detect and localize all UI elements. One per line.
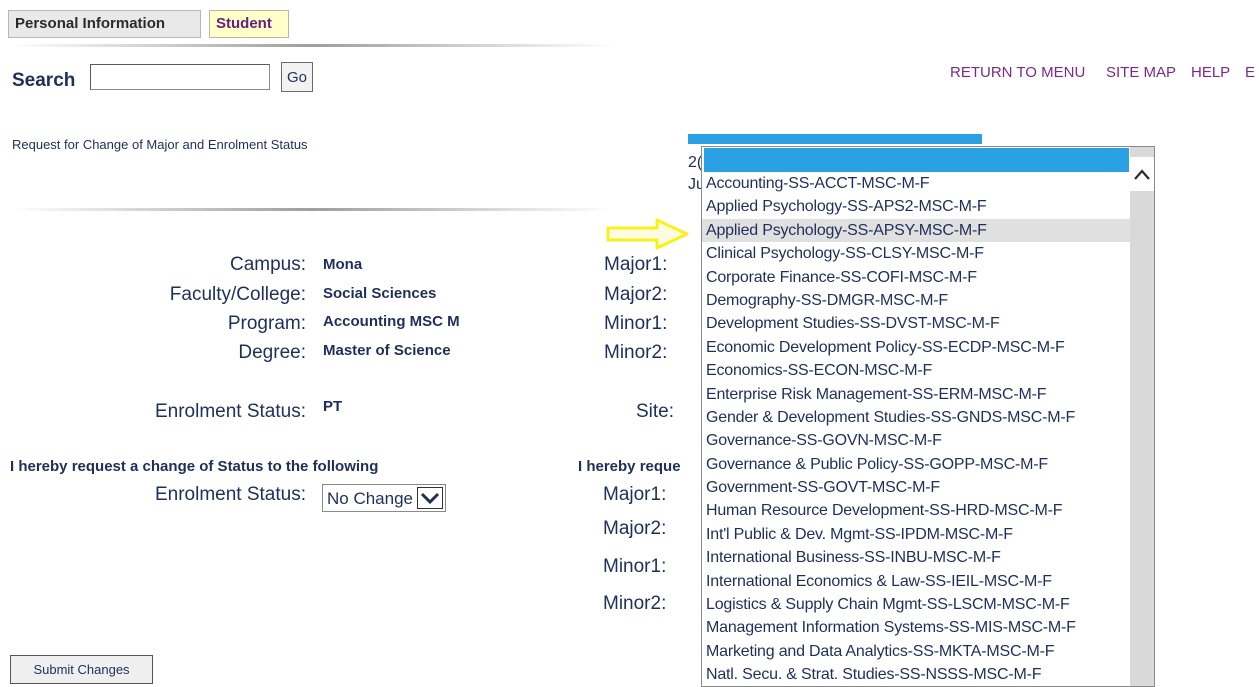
dropdown-option[interactable]: Logistics & Supply Chain Mgmt-SS-LSCM-MS…: [702, 593, 1131, 616]
dropdown-options: Accounting-SS-ACCT-MSC-M-F Applied Psycho…: [702, 147, 1131, 686]
campus-value: Mona: [323, 256, 363, 273]
search-input[interactable]: [90, 64, 270, 90]
help-link[interactable]: HELP: [1191, 64, 1230, 81]
dropdown-option[interactable]: Applied Psychology-SS-APSY-MSC-M-F: [702, 218, 1131, 243]
dropdown-option[interactable]: Demography-SS-DMGR-MSC-M-F: [702, 289, 1131, 312]
new-minor1-label: Minor1:: [603, 556, 667, 577]
dropdown-option[interactable]: International Business-SS-INBU-MSC-M-F: [702, 546, 1131, 569]
dropdown-option[interactable]: Development Studies-SS-DVST-MSC-M-F: [702, 312, 1131, 335]
dropdown-option[interactable]: Gender & Development Studies-SS-GNDS-MSC…: [702, 406, 1131, 429]
dropdown-option[interactable]: International Economics & Law-SS-IEIL-MS…: [702, 570, 1131, 593]
faculty-label: Faculty/College:: [169, 284, 306, 305]
dropdown-option[interactable]: Clinical Psychology-SS-CLSY-MSC-M-F: [702, 242, 1131, 265]
dropdown-option[interactable]: Economics-SS-ECON-MSC-M-F: [702, 359, 1131, 382]
new-major2-label: Major2:: [603, 518, 667, 539]
faculty-value: Social Sciences: [323, 285, 437, 302]
selected-field-highlight: [688, 134, 982, 144]
dropdown-option[interactable]: Corporate Finance-SS-COFI-MSC-M-F: [702, 266, 1131, 289]
divider: [10, 44, 615, 47]
scroll-up-button[interactable]: [1130, 157, 1154, 191]
enrolment-status-selected: No Change: [327, 489, 414, 508]
tab-personal-information[interactable]: Personal Information: [8, 10, 201, 38]
divider: [12, 208, 612, 211]
new-minor2-label: Minor2:: [603, 593, 667, 614]
major2-label: Major2:: [604, 284, 668, 305]
major-dropdown-list[interactable]: Accounting-SS-ACCT-MSC-M-F Applied Psycho…: [701, 146, 1155, 687]
minor1-label: Minor1:: [604, 313, 668, 334]
enrolment-status-value: PT: [323, 398, 343, 415]
dropdown-option[interactable]: Governance-SS-GOVN-MSC-M-F: [702, 429, 1131, 452]
submit-changes-button[interactable]: Submit Changes: [10, 655, 153, 684]
dropdown-option-blank[interactable]: [704, 148, 1129, 172]
chevron-down-icon[interactable]: [417, 487, 443, 509]
dropdown-option[interactable]: Natl. Secu. & Strat. Studies-SS-NSSS-MSC…: [702, 663, 1131, 686]
dropdown-option[interactable]: Economic Development Policy-SS-ECDP-MSC-…: [702, 336, 1131, 359]
enrolment-status-select[interactable]: No Change: [322, 484, 446, 512]
page-title: Request for Change of Major and Enrolmen…: [12, 137, 308, 152]
new-enrolment-status-label: Enrolment Status:: [154, 484, 306, 505]
dropdown-option[interactable]: Government-SS-GOVT-MSC-M-F: [702, 476, 1131, 499]
site-label: Site:: [636, 401, 675, 422]
new-major1-label: Major1:: [603, 484, 667, 505]
program-value: Accounting MSC M: [323, 313, 460, 330]
dropdown-option[interactable]: Enterprise Risk Management-SS-ERM-MSC-M-…: [702, 383, 1131, 406]
site-map-link[interactable]: SITE MAP: [1106, 64, 1176, 81]
program-label: Program:: [227, 313, 306, 334]
arrow-pointer-icon: [606, 218, 689, 250]
enrolment-status-label: Enrolment Status:: [154, 401, 306, 422]
degree-label: Degree:: [238, 342, 306, 363]
dropdown-option[interactable]: Governance & Public Policy-SS-GOPP-MSC-M…: [702, 453, 1131, 476]
minor2-label: Minor2:: [604, 342, 668, 363]
go-button[interactable]: Go: [281, 62, 313, 92]
dropdown-option[interactable]: Int'l Public & Dev. Mgmt-SS-IPDM-MSC-M-F: [702, 523, 1131, 546]
dropdown-scrollbar[interactable]: [1130, 147, 1154, 686]
exit-link[interactable]: E: [1245, 64, 1255, 81]
dropdown-option[interactable]: Marketing and Data Analytics-SS-MKTA-MSC…: [702, 640, 1131, 663]
dropdown-option[interactable]: Accounting-SS-ACCT-MSC-M-F: [702, 172, 1131, 195]
major1-label: Major1:: [604, 254, 668, 275]
degree-value: Master of Science: [323, 342, 451, 359]
return-to-menu-link[interactable]: RETURN TO MENU: [950, 64, 1085, 81]
dropdown-option[interactable]: Human Resource Development-SS-HRD-MSC-M-…: [702, 499, 1131, 522]
dropdown-option[interactable]: Applied Psychology-SS-APS2-MSC-M-F: [702, 195, 1131, 218]
campus-label: Campus:: [229, 254, 306, 275]
dropdown-option[interactable]: Management Information Systems-SS-MIS-MS…: [702, 616, 1131, 639]
major-change-heading: I hereby reque: [578, 458, 681, 475]
tab-student[interactable]: Student: [209, 10, 289, 38]
search-label: Search: [12, 70, 76, 91]
status-change-heading: I hereby request a change of Status to t…: [10, 458, 379, 475]
